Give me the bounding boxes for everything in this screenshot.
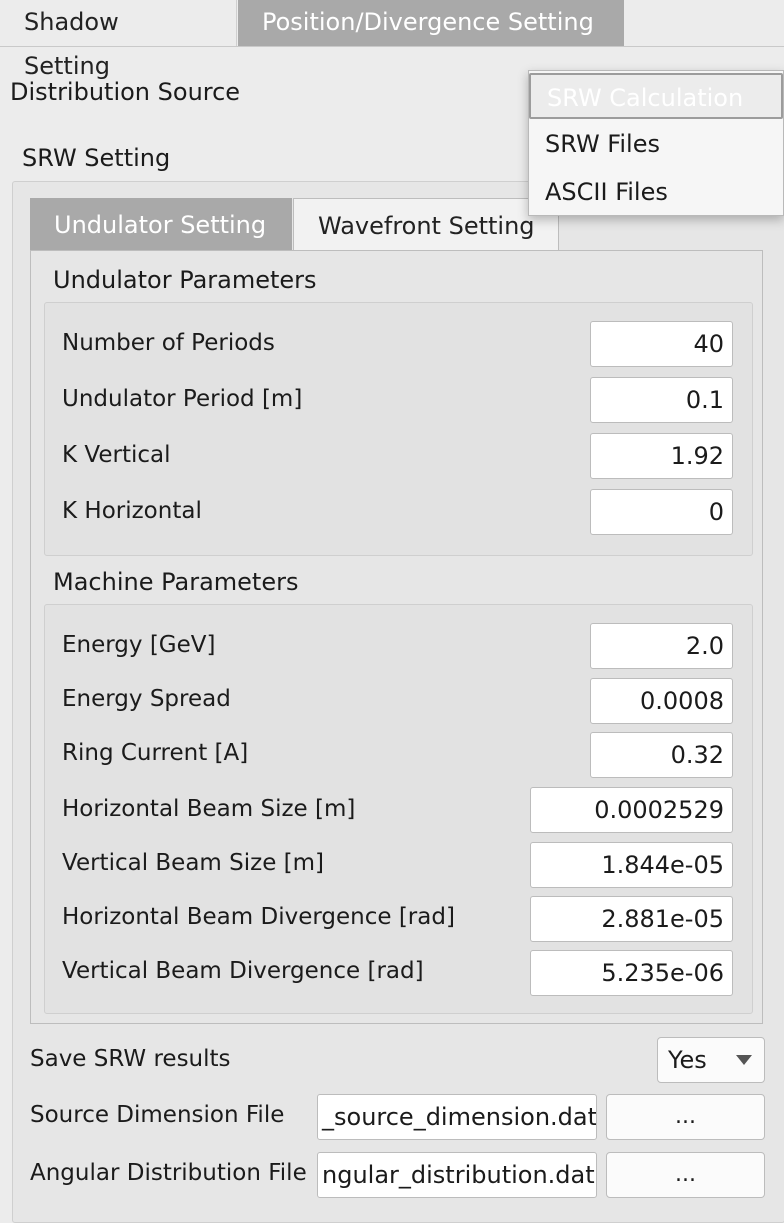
distribution-source-label: Distribution Source (10, 78, 241, 106)
number-of-periods-label: Number of Periods (62, 330, 275, 356)
energy-spread-input[interactable]: 0.0008 (590, 678, 733, 724)
machine-parameters-title: Machine Parameters (53, 568, 299, 596)
vertical-beam-size-label: Vertical Beam Size [m] (62, 850, 325, 876)
source-dimension-browse-button[interactable]: ... (606, 1094, 765, 1140)
horizontal-beam-size-label: Horizontal Beam Size [m] (62, 796, 356, 822)
chevron-down-icon (736, 1055, 752, 1065)
dropdown-option-ascii-files[interactable]: ASCII Files (529, 169, 783, 215)
energy-input[interactable]: 2.0 (590, 623, 733, 669)
dropdown-option-srw-calculation[interactable]: SRW Calculation (529, 73, 783, 119)
save-srw-results-value: Yes (668, 1046, 707, 1074)
angular-distribution-browse-button[interactable]: ... (606, 1152, 765, 1198)
undulator-period-input[interactable]: 0.1 (590, 377, 733, 423)
srw-setting-label: SRW Setting (22, 144, 171, 172)
k-horizontal-input[interactable]: 0 (590, 489, 733, 535)
tab-position-divergence-setting[interactable]: Position/Divergence Setting (238, 0, 624, 46)
vertical-beam-divergence-input[interactable]: 5.235e-06 (530, 950, 733, 996)
ring-current-input[interactable]: 0.32 (590, 732, 733, 778)
angular-distribution-file-input[interactable]: ngular_distribution.dat (317, 1152, 597, 1198)
tab-undulator-setting[interactable]: Undulator Setting (30, 198, 292, 250)
source-dimension-file-label: Source Dimension File (30, 1102, 285, 1128)
distribution-source-dropdown: SRW Calculation SRW Files ASCII Files (528, 70, 784, 216)
save-srw-results-select[interactable]: Yes (657, 1037, 765, 1083)
horizontal-beam-size-input[interactable]: 0.0002529 (530, 787, 733, 833)
energy-label: Energy [GeV] (62, 632, 216, 658)
source-dimension-file-input[interactable]: _source_dimension.dat (317, 1094, 597, 1140)
undulator-parameters-title: Undulator Parameters (53, 266, 317, 294)
tab-shadow-setting[interactable]: Shadow Setting (0, 0, 237, 80)
angular-distribution-file-label: Angular Distribution File (30, 1160, 307, 1186)
tab-wavefront-setting[interactable]: Wavefront Setting (293, 198, 559, 250)
horizontal-beam-divergence-label: Horizontal Beam Divergence [rad] (62, 904, 455, 930)
k-vertical-input[interactable]: 1.92 (590, 433, 733, 479)
k-horizontal-label: K Horizontal (62, 498, 202, 524)
save-srw-results-label: Save SRW results (30, 1046, 231, 1072)
ring-current-label: Ring Current [A] (62, 740, 249, 766)
dropdown-option-srw-files[interactable]: SRW Files (529, 121, 783, 167)
horizontal-beam-divergence-input[interactable]: 2.881e-05 (530, 896, 733, 942)
undulator-period-label: Undulator Period [m] (62, 386, 303, 412)
k-vertical-label: K Vertical (62, 442, 171, 468)
energy-spread-label: Energy Spread (62, 686, 231, 712)
vertical-beam-divergence-label: Vertical Beam Divergence [rad] (62, 958, 424, 984)
number-of-periods-input[interactable]: 40 (590, 321, 733, 367)
vertical-beam-size-input[interactable]: 1.844e-05 (530, 842, 733, 888)
